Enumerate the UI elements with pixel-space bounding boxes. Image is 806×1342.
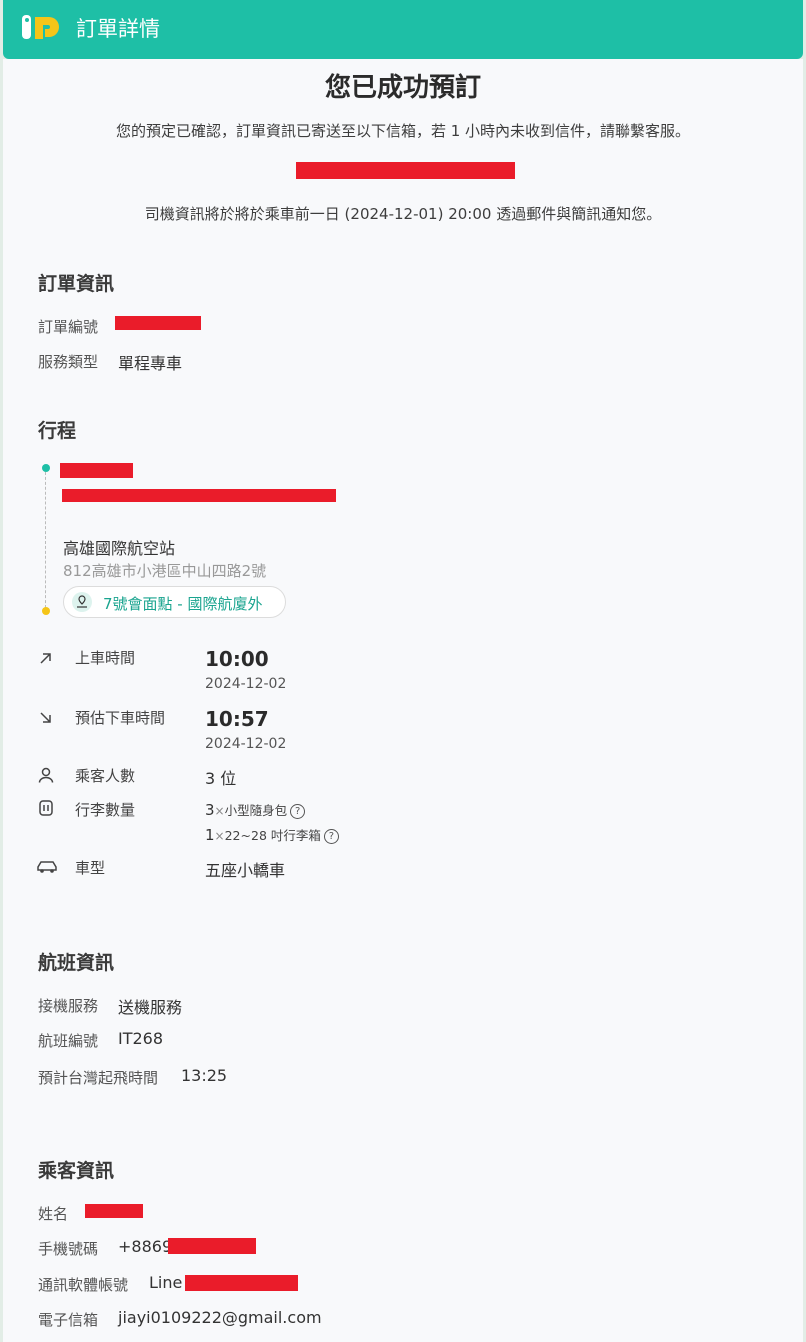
success-title: 您已成功預訂 (324, 73, 481, 103)
dropoff-time-value: 10:57 (205, 707, 269, 731)
redacted-pickup-address (62, 489, 336, 502)
flight-service-label: 接機服務 (38, 997, 99, 1015)
phone-label: 手機號碼 (38, 1240, 99, 1258)
flight-info-heading: 航班資訊 (38, 952, 115, 974)
arrow-down-right-icon (40, 712, 51, 723)
arrow-up-right-icon (40, 653, 51, 664)
dropoff-address: 812高雄市小港區中山四路2號 (63, 562, 267, 580)
redacted-order-number (115, 316, 201, 330)
dropoff-date: 2024-12-02 (205, 736, 287, 752)
redacted-name (85, 1204, 143, 1218)
app-header: 訂單詳情 (3, 0, 803, 59)
dropoff-dot (42, 607, 50, 615)
dropoff-name: 高雄國際航空站 (63, 539, 176, 558)
luggage-icon (39, 800, 53, 816)
service-type-label: 服務類型 (38, 353, 99, 371)
redacted-email (296, 162, 515, 179)
route-line (45, 472, 46, 608)
flight-service-value: 送機服務 (118, 998, 183, 1017)
departure-time-label: 預計台灣起飛時間 (38, 1069, 159, 1087)
brand-logo (22, 15, 59, 39)
pickup-time-label: 上車時間 (75, 649, 136, 667)
departure-time-value: 13:25 (181, 1066, 228, 1085)
passenger-info-heading: 乘客資訊 (38, 1160, 115, 1182)
person-icon (38, 767, 54, 783)
vehicle-label: 車型 (75, 859, 106, 877)
email-label: 電子信箱 (38, 1311, 99, 1329)
passengers-value: 3 位 (205, 769, 237, 788)
driver-notice: 司機資訊將於將於乘車前一日 (2024-12-01) 20:00 透過郵件與簡訊… (144, 205, 662, 223)
passengers-label: 乘客人數 (75, 767, 136, 785)
trip-heading: 行程 (38, 420, 77, 442)
redacted-phone (168, 1238, 256, 1254)
luggage-label: 行李數量 (75, 801, 136, 819)
flight-number-label: 航班編號 (38, 1032, 99, 1050)
luggage-item: 1×22~28 吋行李箱? (205, 825, 339, 844)
order-number-label: 訂單編號 (38, 318, 99, 336)
meeting-point-text: 7號會面點 - 國際航廈外 (103, 595, 263, 613)
messenger-label: 通訊軟體帳號 (38, 1276, 129, 1294)
pickup-date: 2024-12-02 (205, 676, 287, 692)
service-type-value: 單程專車 (118, 354, 183, 373)
redacted-messenger (185, 1275, 298, 1291)
car-icon (37, 861, 57, 873)
name-label: 姓名 (38, 1205, 69, 1223)
help-circle-icon[interactable]: ? (323, 829, 339, 844)
luggage-item: 3×小型隨身包? (205, 800, 306, 819)
messenger-prefix: Line (149, 1273, 183, 1292)
pickup-time-value: 10:00 (205, 647, 269, 671)
dropoff-time-label: 預估下車時間 (75, 709, 166, 727)
page-title: 訂單詳情 (76, 17, 160, 41)
pickup-dot (42, 464, 50, 472)
help-circle-icon[interactable]: ? (290, 804, 306, 819)
flight-number-value: IT268 (118, 1029, 164, 1048)
confirmation-message: 您的預定已確認，訂單資訊已寄送至以下信箱，若 1 小時內未收到信件，請聯繫客服。 (115, 122, 691, 140)
phone-prefix: +8869 (118, 1237, 173, 1256)
vehicle-value: 五座小轎車 (205, 861, 286, 880)
redacted-pickup-name (60, 463, 133, 478)
email-value: jiayi0109222@gmail.com (118, 1308, 322, 1327)
order-detail-card: 您已成功預訂 您的預定已確認，訂單資訊已寄送至以下信箱，若 1 小時內未收到信件… (3, 59, 803, 1342)
order-info-heading: 訂單資訊 (38, 273, 115, 295)
meeting-point-chip[interactable]: 7號會面點 - 國際航廈外 (63, 586, 286, 618)
location-pin-icon (72, 592, 92, 612)
